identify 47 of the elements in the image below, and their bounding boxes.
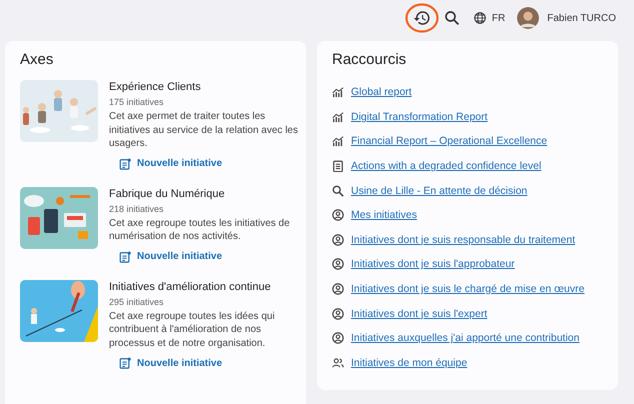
user-circle-icon: [332, 258, 344, 270]
axis-description: Cet axe regroupe toutes les initiatives de numérisation de nos activités.: [109, 216, 291, 244]
axis-title[interactable]: Expérience Clients: [109, 81, 302, 93]
axis-title[interactable]: Fabrique du Numérique: [109, 188, 302, 200]
user-circle-icon: [332, 234, 344, 246]
note-icon: [119, 158, 131, 170]
initiative-count: 218 initiatives: [109, 204, 165, 214]
shortcut-link[interactable]: Financial Report – Operational Excellence: [351, 135, 548, 148]
new-initiative-link[interactable]: Nouvelle initiative: [119, 158, 222, 170]
user-circle-icon: [332, 308, 344, 320]
shortcut-link[interactable]: Initiatives dont je suis l'approbateur: [351, 258, 515, 270]
search-icon[interactable]: [442, 9, 461, 27]
clipboard-icon: [332, 160, 344, 172]
language-label[interactable]: FR: [492, 12, 506, 24]
shortcut-link[interactable]: Initiatives dont je suis responsable du traitement: [351, 234, 576, 246]
axis-description: Cet axe permet de traiter toutes les initiatives au service de la relation avec les usagers.: [109, 110, 299, 150]
shortcut-link[interactable]: Initiatives auxquelles j'ai apporté une contribution: [351, 332, 580, 344]
shortcut-link[interactable]: Usine de Lille - En attente de décision: [351, 184, 528, 197]
shortcut-link[interactable]: Global report: [351, 86, 412, 98]
history-icon[interactable]: [412, 9, 431, 27]
initiative-count: 175 initiatives: [109, 97, 165, 107]
user-circle-icon: [332, 332, 344, 344]
shortcut-link[interactable]: Mes initiatives: [351, 209, 417, 222]
search-icon: [332, 184, 344, 197]
initiative-count: 295 initiatives: [109, 296, 165, 306]
globe-icon[interactable]: [472, 11, 487, 25]
shortcut-link[interactable]: Digital Transformation Report: [351, 110, 488, 123]
chart-icon: [332, 86, 344, 98]
chart-icon: [332, 110, 344, 123]
shortcut-link[interactable]: Initiatives dont je suis le chargé de mise en œuvre: [351, 283, 584, 296]
user-name[interactable]: Fabien TURCO: [547, 12, 616, 24]
shortcut-link[interactable]: Actions with a degraded confidence level: [351, 160, 542, 172]
axis-description: Cet axe regroupe toutes les idées qui contribuent à l'amélioration de nos processus et de notre organisation.: [109, 310, 276, 350]
axis-title[interactable]: Initiatives d'amélioration continue: [109, 280, 302, 292]
group-icon: [332, 356, 344, 369]
avatar[interactable]: [517, 7, 540, 29]
new-initiative-link[interactable]: Nouvelle initiative: [119, 357, 222, 369]
note-icon: [119, 357, 131, 369]
new-initiative-link[interactable]: Nouvelle initiative: [119, 250, 222, 262]
card-title: Raccourcis: [332, 51, 408, 68]
user-circle-icon: [332, 283, 344, 296]
card-title: Axes: [20, 51, 54, 68]
shortcut-link[interactable]: Initiatives de mon équipe: [351, 356, 468, 369]
chart-icon: [332, 135, 344, 148]
user-circle-icon: [332, 209, 344, 222]
shortcut-link[interactable]: Initiatives dont je suis l'expert: [351, 308, 488, 320]
note-icon: [119, 250, 131, 262]
